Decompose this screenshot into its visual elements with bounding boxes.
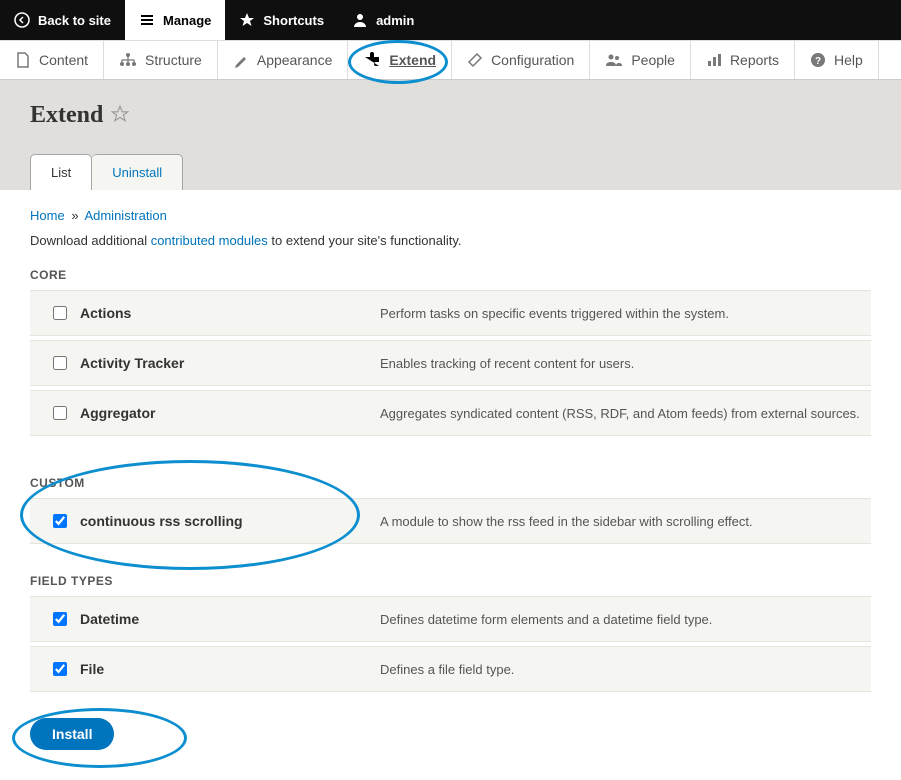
star-icon — [239, 12, 255, 28]
favorite-star-icon[interactable] — [111, 105, 129, 126]
back-to-site-button[interactable]: Back to site — [0, 0, 125, 40]
contributed-modules-link[interactable]: contributed modules — [151, 233, 268, 248]
menu-content-label: Content — [39, 52, 88, 68]
shortcuts-button[interactable]: Shortcuts — [225, 0, 338, 40]
back-arrow-icon — [14, 12, 30, 28]
menu-configuration[interactable]: Configuration — [452, 41, 590, 79]
content-icon — [15, 52, 31, 68]
checkbox-activity-tracker[interactable] — [53, 356, 67, 370]
checkbox-continuous-rss[interactable] — [53, 514, 67, 528]
menu-people-label: People — [631, 52, 675, 68]
module-row-datetime[interactable]: Datetime Defines datetime form elements … — [30, 596, 871, 642]
section-field-types-label: FIELD TYPES — [30, 574, 871, 588]
checkbox-datetime[interactable] — [53, 612, 67, 626]
back-label: Back to site — [38, 13, 111, 28]
page-title: Extend — [30, 102, 103, 129]
breadcrumb: Home » Administration — [30, 208, 871, 223]
menu-content[interactable]: Content — [0, 41, 104, 79]
reports-icon — [706, 52, 722, 68]
module-name: Datetime — [80, 611, 380, 627]
menu-appearance[interactable]: Appearance — [218, 41, 349, 79]
menu-structure[interactable]: Structure — [104, 41, 218, 79]
menu-reports[interactable]: Reports — [691, 41, 795, 79]
breadcrumb-admin[interactable]: Administration — [84, 208, 166, 223]
menu-help[interactable]: ? Help — [795, 41, 879, 79]
checkbox-file[interactable] — [53, 662, 67, 676]
intro-suffix: to extend your site's functionality. — [268, 233, 462, 248]
breadcrumb-sep: » — [71, 208, 78, 223]
top-toolbar: Back to site Manage Shortcuts admin — [0, 0, 901, 40]
user-icon — [352, 12, 368, 28]
menu-people[interactable]: People — [590, 41, 691, 79]
tab-list[interactable]: List — [30, 154, 92, 190]
checkbox-actions[interactable] — [53, 306, 67, 320]
content-header: Extend List Uninstall — [0, 80, 901, 190]
module-name: Actions — [80, 305, 380, 321]
menu-help-label: Help — [834, 52, 863, 68]
module-desc: Enables tracking of recent content for u… — [380, 356, 861, 371]
extend-icon — [363, 52, 381, 68]
module-row-file[interactable]: File Defines a file field type. — [30, 646, 871, 692]
module-row-continuous-rss[interactable]: continuous rss scrolling A module to sho… — [30, 498, 871, 544]
structure-icon — [119, 52, 137, 68]
shortcuts-label: Shortcuts — [263, 13, 324, 28]
module-desc: Aggregates syndicated content (RSS, RDF,… — [380, 406, 861, 421]
breadcrumb-home[interactable]: Home — [30, 208, 65, 223]
tab-uninstall[interactable]: Uninstall — [92, 154, 183, 190]
menu-extend[interactable]: Extend — [348, 41, 452, 79]
module-row-actions[interactable]: Actions Perform tasks on specific events… — [30, 290, 871, 336]
intro-prefix: Download additional — [30, 233, 151, 248]
intro-text: Download additional contributed modules … — [30, 233, 871, 248]
manage-label: Manage — [163, 13, 211, 28]
admin-menu: Content Structure Appearance Extend Conf… — [0, 40, 901, 80]
tabs: List Uninstall — [30, 154, 871, 190]
people-icon — [605, 52, 623, 68]
admin-label: admin — [376, 13, 414, 28]
menu-appearance-label: Appearance — [257, 52, 333, 68]
hamburger-icon — [139, 12, 155, 28]
module-name: Aggregator — [80, 405, 380, 421]
module-name: Activity Tracker — [80, 355, 380, 371]
svg-text:?: ? — [815, 56, 821, 67]
appearance-icon — [233, 52, 249, 68]
main-content: Home » Administration Download additiona… — [0, 190, 901, 780]
module-desc: Perform tasks on specific events trigger… — [380, 306, 861, 321]
help-icon: ? — [810, 52, 826, 68]
menu-configuration-label: Configuration — [491, 52, 574, 68]
module-desc: Defines a file field type. — [380, 662, 861, 677]
module-name: continuous rss scrolling — [80, 513, 380, 529]
module-name: File — [80, 661, 380, 677]
section-core-label: CORE — [30, 268, 871, 282]
section-custom-label: CUSTOM — [30, 476, 871, 490]
module-desc: Defines datetime form elements and a dat… — [380, 612, 861, 627]
module-row-aggregator[interactable]: Aggregator Aggregates syndicated content… — [30, 390, 871, 436]
menu-reports-label: Reports — [730, 52, 779, 68]
checkbox-aggregator[interactable] — [53, 406, 67, 420]
install-button[interactable]: Install — [30, 718, 114, 750]
menu-structure-label: Structure — [145, 52, 202, 68]
module-row-activity-tracker[interactable]: Activity Tracker Enables tracking of rec… — [30, 340, 871, 386]
manage-button[interactable]: Manage — [125, 0, 225, 40]
configuration-icon — [467, 52, 483, 68]
user-button[interactable]: admin — [338, 0, 428, 40]
module-desc: A module to show the rss feed in the sid… — [380, 514, 861, 529]
menu-extend-label: Extend — [389, 52, 436, 68]
